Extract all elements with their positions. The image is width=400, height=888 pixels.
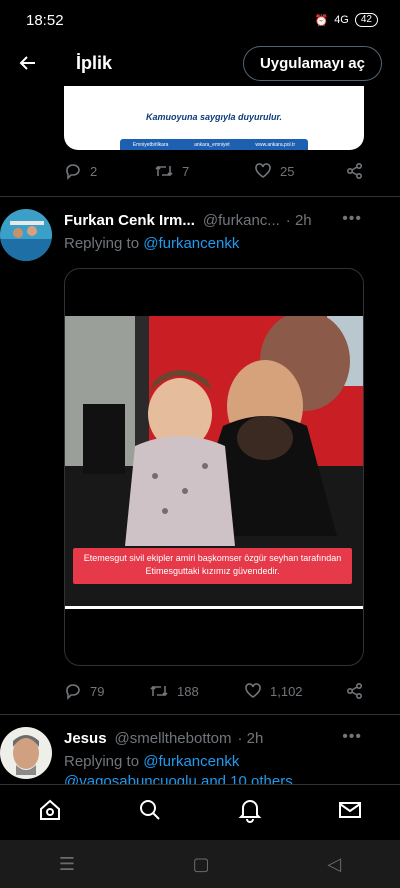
replying-to: Replying to @furkancenkk (64, 235, 239, 252)
share-icon (346, 162, 363, 180)
heart-icon (255, 163, 271, 178)
bottom-navigation (0, 784, 400, 840)
top-bar: İplik Uygulamayı aç (0, 40, 400, 86)
reply-button[interactable]: 79 (64, 682, 149, 700)
retweet-icon (150, 685, 168, 697)
search-icon (140, 800, 160, 820)
system-navigation: ☰ ▢ ◁ (0, 840, 400, 888)
heart-icon (245, 683, 261, 698)
like-count: 25 (280, 163, 295, 179)
status-icons: ⏰ 4G 42 (314, 13, 378, 27)
home-circle-icon[interactable]: ▢ (193, 854, 210, 875)
photo-divider (65, 606, 363, 609)
page-title: İplik (76, 52, 113, 73)
reply-icon (66, 684, 80, 700)
replying-to: Replying to @furkancenkk (64, 753, 239, 770)
share-icon (346, 682, 363, 700)
author-name[interactable]: Jesus (64, 730, 107, 747)
retweet-button[interactable]: 188 (149, 682, 244, 700)
home-button[interactable] (37, 797, 63, 828)
mention-link[interactable]: @furkancenkk (143, 753, 239, 770)
reply-count: 79 (90, 683, 105, 699)
tweet-photo: Etemesgut sivil ekipler amiri başkomser … (65, 316, 363, 606)
avatar-image (0, 209, 52, 261)
share-button[interactable] (346, 162, 364, 180)
divider (0, 714, 400, 715)
retweet-button[interactable]: 7 (154, 162, 254, 180)
notifications-button[interactable] (237, 797, 263, 828)
back-arrow-icon (19, 56, 35, 70)
like-button[interactable]: 25 (254, 162, 344, 180)
reply-icon (66, 164, 80, 180)
previous-tweet-image[interactable]: Kamuoyuna saygıyla duyurulur. Emniyetbir… (64, 86, 364, 150)
mail-icon (339, 802, 361, 818)
like-button[interactable]: 1,102 (244, 682, 334, 700)
previous-tweet-actions: 2 7 25 (64, 162, 364, 180)
tweet-time: · 2h (285, 212, 312, 229)
strip-item: ankara_emniyet (194, 141, 230, 148)
author-name[interactable]: Furkan Cenk Irm... (64, 212, 195, 229)
tweet-header: Jesus @smellthebottom · 2h (64, 730, 364, 747)
retweet-count: 188 (177, 683, 199, 699)
divider (0, 196, 400, 197)
tweet-header: Furkan Cenk Irm... @furkanc... · 2h (64, 212, 364, 229)
avatar[interactable] (0, 727, 52, 779)
retweet-icon (155, 165, 173, 177)
battery-icon: 42 (354, 13, 378, 27)
tweet-time: · 2h (237, 730, 264, 747)
back-button[interactable] (0, 53, 56, 73)
bell-icon (238, 800, 262, 823)
reply-button[interactable]: 2 (64, 162, 134, 180)
tweet-media[interactable]: Etemesgut sivil ekipler amiri başkomser … (64, 268, 364, 666)
more-options-icon[interactable]: ••• (342, 728, 362, 746)
reply-count: 2 (90, 163, 98, 179)
status-bar: 18:52 ⏰ 4G 42 (0, 0, 400, 40)
strip-item: www.ankara.pol.tr (255, 141, 296, 148)
signal-icon: 4G (334, 14, 349, 26)
replying-label: Replying to (64, 753, 140, 770)
like-count: 1,102 (270, 683, 303, 699)
previous-card-strip: Emniyetbirlikara ankara_emniyet www.anka… (120, 139, 308, 150)
search-button[interactable] (137, 797, 163, 828)
open-app-button[interactable]: Uygulamayı aç (242, 45, 382, 81)
avatar-image (0, 727, 52, 779)
messages-button[interactable] (337, 797, 363, 828)
share-button[interactable] (346, 682, 364, 700)
status-time: 18:52 (26, 11, 64, 29)
more-options-icon[interactable]: ••• (342, 210, 362, 228)
tweet-actions: 79 188 1,102 (64, 682, 364, 700)
back-triangle-icon[interactable]: ◁ (327, 854, 341, 875)
alarm-icon: ⏰ (314, 14, 329, 27)
replying-label: Replying to (64, 235, 140, 252)
home-icon (40, 799, 60, 820)
recent-apps-icon[interactable]: ☰ (59, 854, 75, 875)
retweet-count: 7 (182, 163, 190, 179)
photo-caption: Etemesgut sivil ekipler amiri başkomser … (73, 548, 352, 584)
author-handle[interactable]: @smellthebottom (115, 730, 232, 747)
author-handle[interactable]: @furkanc... (203, 212, 280, 229)
strip-item: Emniyetbirlikara (132, 141, 169, 148)
previous-card-text: Kamuoyuna saygıyla duyurulur. (145, 112, 283, 122)
mention-link[interactable]: @furkancenkk (143, 235, 239, 252)
avatar[interactable] (0, 209, 52, 261)
